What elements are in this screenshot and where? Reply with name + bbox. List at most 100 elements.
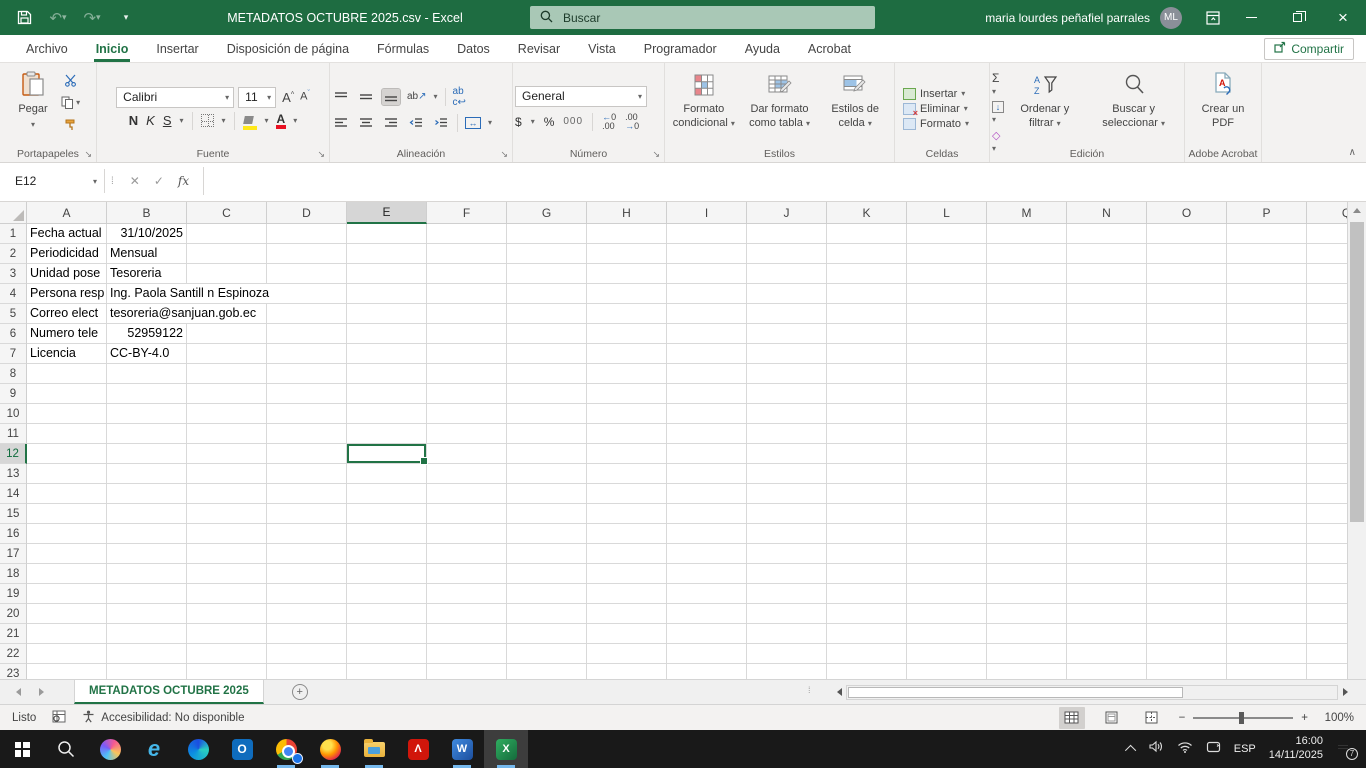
- cell-G22[interactable]: [507, 644, 587, 664]
- cell-J10[interactable]: [747, 404, 827, 424]
- row-header-2[interactable]: 2: [0, 244, 27, 264]
- cell-Q12[interactable]: [1307, 444, 1347, 464]
- cell-H9[interactable]: [587, 384, 667, 404]
- ribbon-tab-inicio[interactable]: Inicio: [82, 35, 143, 62]
- wifi-icon[interactable]: [1177, 740, 1193, 758]
- cell-G1[interactable]: [507, 224, 587, 244]
- cell-F19[interactable]: [427, 584, 507, 604]
- cell-A23[interactable]: [27, 664, 107, 679]
- cell-O19[interactable]: [1147, 584, 1227, 604]
- cell-C13[interactable]: [187, 464, 267, 484]
- cell-I23[interactable]: [667, 664, 747, 679]
- cell-B9[interactable]: [107, 384, 187, 404]
- cell-N15[interactable]: [1067, 504, 1147, 524]
- cell-N13[interactable]: [1067, 464, 1147, 484]
- currency-dropdown-icon[interactable]: ▾: [531, 117, 535, 126]
- column-header-H[interactable]: H: [587, 202, 667, 224]
- cell-A10[interactable]: [27, 404, 107, 424]
- taskbar-acrobat-icon[interactable]: Λ: [396, 730, 440, 768]
- fill-color-dropdown-icon[interactable]: ▾: [265, 116, 269, 125]
- cell-J15[interactable]: [747, 504, 827, 524]
- cell-K19[interactable]: [827, 584, 907, 604]
- cell-Q16[interactable]: [1307, 524, 1347, 544]
- cell-E21[interactable]: [347, 624, 427, 644]
- cell-C18[interactable]: [187, 564, 267, 584]
- cell-J17[interactable]: [747, 544, 827, 564]
- cell-E7[interactable]: [347, 344, 427, 364]
- cell-I1[interactable]: [667, 224, 747, 244]
- cell-F8[interactable]: [427, 364, 507, 384]
- cell-K4[interactable]: [827, 284, 907, 304]
- cell-C6[interactable]: [187, 324, 267, 344]
- row-header-1[interactable]: 1: [0, 224, 27, 244]
- cell-H1[interactable]: [587, 224, 667, 244]
- collapse-ribbon-icon[interactable]: ∧: [1349, 147, 1356, 158]
- cell-N1[interactable]: [1067, 224, 1147, 244]
- cell-O22[interactable]: [1147, 644, 1227, 664]
- cell-J1[interactable]: [747, 224, 827, 244]
- cell-I15[interactable]: [667, 504, 747, 524]
- cell-J22[interactable]: [747, 644, 827, 664]
- scroll-left-icon[interactable]: [832, 688, 846, 696]
- cell-O16[interactable]: [1147, 524, 1227, 544]
- orientation-icon[interactable]: ab↗: [407, 91, 427, 102]
- cell-G8[interactable]: [507, 364, 587, 384]
- cell-Q2[interactable]: [1307, 244, 1347, 264]
- row-header-3[interactable]: 3: [0, 264, 27, 284]
- cell-Q11[interactable]: [1307, 424, 1347, 444]
- cell-L17[interactable]: [907, 544, 987, 564]
- cell-P23[interactable]: [1227, 664, 1307, 679]
- cell-D7[interactable]: [267, 344, 347, 364]
- cell-J11[interactable]: [747, 424, 827, 444]
- cell-D16[interactable]: [267, 524, 347, 544]
- cell-I2[interactable]: [667, 244, 747, 264]
- taskbar-firefox-icon[interactable]: [308, 730, 352, 768]
- cell-N21[interactable]: [1067, 624, 1147, 644]
- cell-L7[interactable]: [907, 344, 987, 364]
- cut-icon[interactable]: [59, 71, 83, 89]
- cell-I5[interactable]: [667, 304, 747, 324]
- cell-C23[interactable]: [187, 664, 267, 679]
- cell-M12[interactable]: [987, 444, 1067, 464]
- cell-G12[interactable]: [507, 444, 587, 464]
- cell-I14[interactable]: [667, 484, 747, 504]
- column-header-G[interactable]: G: [507, 202, 587, 224]
- cell-J14[interactable]: [747, 484, 827, 504]
- taskbar-copilot-icon[interactable]: [88, 730, 132, 768]
- number-format-select[interactable]: General▾: [515, 86, 647, 107]
- cell-N22[interactable]: [1067, 644, 1147, 664]
- taskbar-chrome-icon[interactable]: [264, 730, 308, 768]
- cell-M21[interactable]: [987, 624, 1067, 644]
- cell-B1[interactable]: 31/10/2025: [107, 224, 187, 244]
- cell-A19[interactable]: [27, 584, 107, 604]
- merge-center-icon[interactable]: ↔: [465, 117, 481, 129]
- cell-F13[interactable]: [427, 464, 507, 484]
- row-header-15[interactable]: 15: [0, 504, 27, 524]
- cell-A1[interactable]: Fecha actual: [27, 224, 107, 244]
- row-header-11[interactable]: 11: [0, 424, 27, 444]
- cell-J18[interactable]: [747, 564, 827, 584]
- cell-B23[interactable]: [107, 664, 187, 679]
- language-indicator[interactable]: ESP: [1234, 743, 1256, 755]
- cell-N20[interactable]: [1067, 604, 1147, 624]
- cell-E11[interactable]: [347, 424, 427, 444]
- column-header-L[interactable]: L: [907, 202, 987, 224]
- cell-O1[interactable]: [1147, 224, 1227, 244]
- cell-I7[interactable]: [667, 344, 747, 364]
- cell-C9[interactable]: [187, 384, 267, 404]
- create-pdf-button[interactable]: A Crear un PDF: [1187, 67, 1259, 135]
- cell-A21[interactable]: [27, 624, 107, 644]
- cell-D19[interactable]: [267, 584, 347, 604]
- cell-P4[interactable]: [1227, 284, 1307, 304]
- cell-E12[interactable]: [347, 444, 427, 464]
- cell-F1[interactable]: [427, 224, 507, 244]
- vertical-scroll-thumb[interactable]: [1350, 222, 1364, 522]
- cell-L6[interactable]: [907, 324, 987, 344]
- cell-G23[interactable]: [507, 664, 587, 679]
- cell-A7[interactable]: Licencia: [27, 344, 107, 364]
- cell-K3[interactable]: [827, 264, 907, 284]
- avatar[interactable]: ML: [1160, 7, 1182, 29]
- cell-J5[interactable]: [747, 304, 827, 324]
- cell-D3[interactable]: [267, 264, 347, 284]
- cell-Q4[interactable]: [1307, 284, 1347, 304]
